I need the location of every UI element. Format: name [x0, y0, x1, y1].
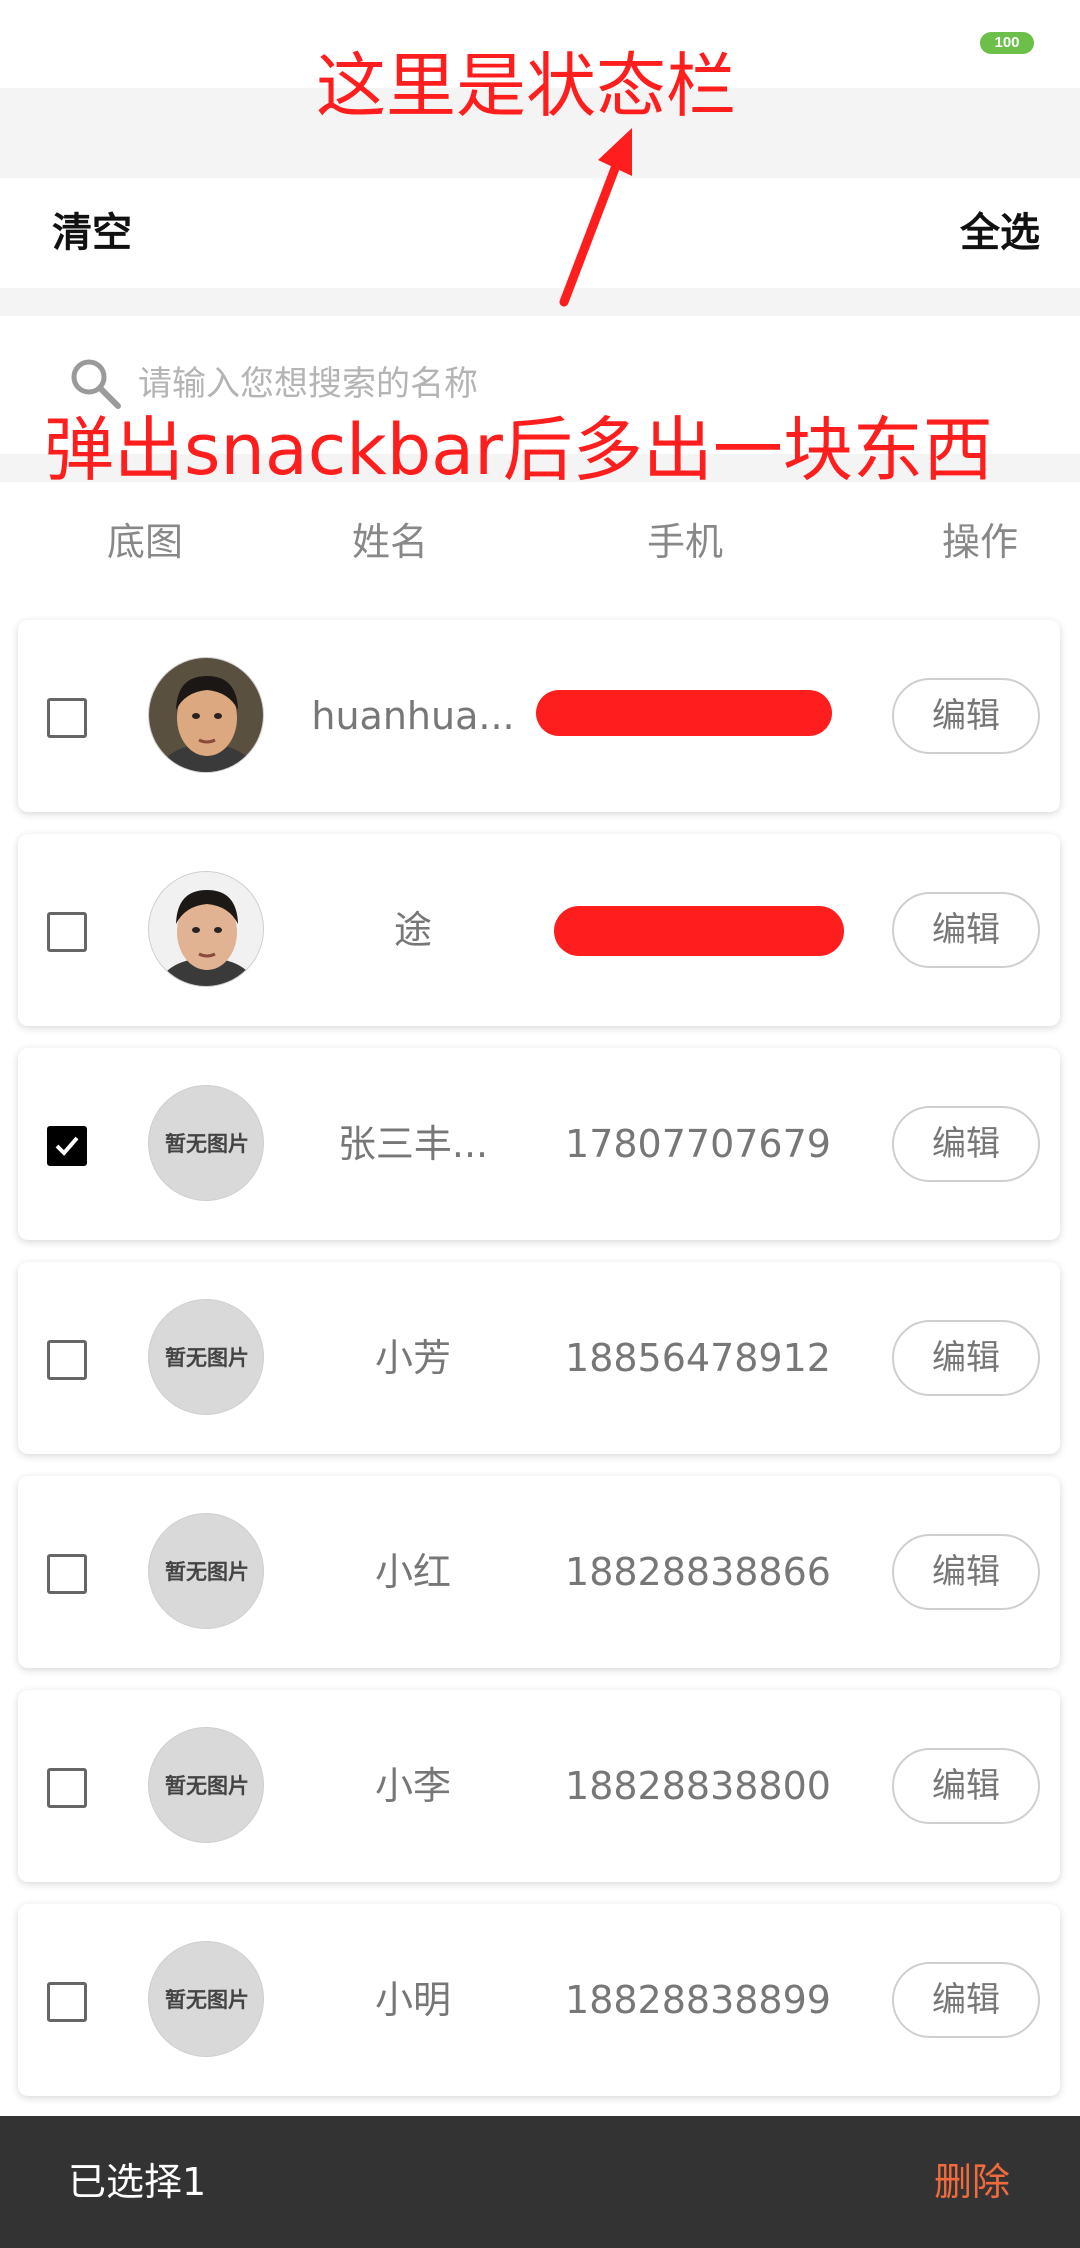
avatar: 暂无图片: [148, 1941, 264, 2057]
checkmark-icon: [55, 1136, 79, 1156]
avatar-placeholder-text: 暂无图片: [165, 1132, 249, 1156]
column-header-image: 底图: [106, 520, 183, 564]
contact-phone: 18856478912: [565, 1336, 831, 1380]
row-checkbox[interactable]: [47, 1982, 87, 2022]
avatar: 暂无图片: [148, 1513, 264, 1629]
edit-button[interactable]: 编辑: [892, 892, 1040, 968]
row-checkbox[interactable]: [47, 1768, 87, 1808]
column-header-phone: 手机: [646, 520, 723, 564]
annotation-arrow-icon: [559, 128, 632, 307]
row-checkbox[interactable]: [47, 912, 87, 952]
list-item: 暂无图片 小红 18828838866 编辑: [18, 1476, 1060, 1668]
annotation-snackbar: 弹出snackbar后多出一块东西: [44, 409, 993, 491]
row-checkbox[interactable]: [47, 1554, 87, 1594]
edit-button[interactable]: 编辑: [892, 678, 1040, 754]
column-header-name: 姓名: [351, 520, 428, 564]
avatar-placeholder-text: 暂无图片: [165, 1988, 249, 2012]
avatar-placeholder-text: 暂无图片: [165, 1560, 249, 1584]
avatar: 暂无图片: [148, 1299, 264, 1415]
contact-phone: 18828838800: [565, 1764, 831, 1808]
contact-phone: 17807707679: [565, 1122, 831, 1166]
edit-button[interactable]: 编辑: [892, 1106, 1040, 1182]
edit-button[interactable]: 编辑: [892, 1748, 1040, 1824]
list-item: 途 编辑: [18, 834, 1060, 1026]
avatar: [148, 657, 264, 773]
avatar-photo: [149, 872, 263, 986]
contact-name: 张三丰...: [337, 1122, 489, 1166]
column-header-action: 操作: [941, 520, 1018, 564]
row-checkbox[interactable]: [47, 1126, 87, 1166]
contact-name: 小李: [374, 1764, 451, 1808]
battery-icon: 100: [980, 32, 1034, 54]
avatar: [148, 871, 264, 987]
avatar-placeholder-text: 暂无图片: [165, 1774, 249, 1798]
delete-button[interactable]: 删除: [934, 2116, 1010, 2248]
contact-name: 途: [393, 908, 432, 952]
contact-phone: 18828838899: [565, 1978, 831, 2022]
phone-redaction: [536, 690, 832, 736]
selected-count: 已选择1: [68, 2160, 207, 2204]
avatar: 暂无图片: [148, 1727, 264, 1843]
list-item: 暂无图片 小芳 18856478912 编辑: [18, 1262, 1060, 1454]
avatar-photo: [149, 658, 263, 772]
contact-name: 小芳: [374, 1336, 451, 1380]
contact-phone: 18828838866: [565, 1550, 831, 1594]
contact-name: 小明: [374, 1978, 451, 2022]
clear-button[interactable]: 清空: [52, 178, 132, 288]
list-item: 暂无图片 小李 18828838800 编辑: [18, 1690, 1060, 1882]
select-all-button[interactable]: 全选: [960, 178, 1040, 288]
contact-name: huanhua...: [311, 694, 515, 738]
avatar-placeholder-text: 暂无图片: [165, 1346, 249, 1370]
row-checkbox[interactable]: [47, 698, 87, 738]
avatar: 暂无图片: [148, 1085, 264, 1201]
edit-button[interactable]: 编辑: [892, 1534, 1040, 1610]
row-checkbox[interactable]: [47, 1340, 87, 1380]
list-item: 暂无图片 小明 18828838899 编辑: [18, 1904, 1060, 2096]
list-item: 暂无图片 张三丰... 17807707679 编辑: [18, 1048, 1060, 1240]
edit-button[interactable]: 编辑: [892, 1962, 1040, 2038]
contact-name: 小红: [374, 1550, 451, 1594]
list-item: huanhua... 编辑: [18, 620, 1060, 812]
annotation-status-bar: 这里是状态栏: [316, 45, 736, 127]
edit-button[interactable]: 编辑: [892, 1320, 1040, 1396]
phone-redaction: [554, 906, 844, 956]
